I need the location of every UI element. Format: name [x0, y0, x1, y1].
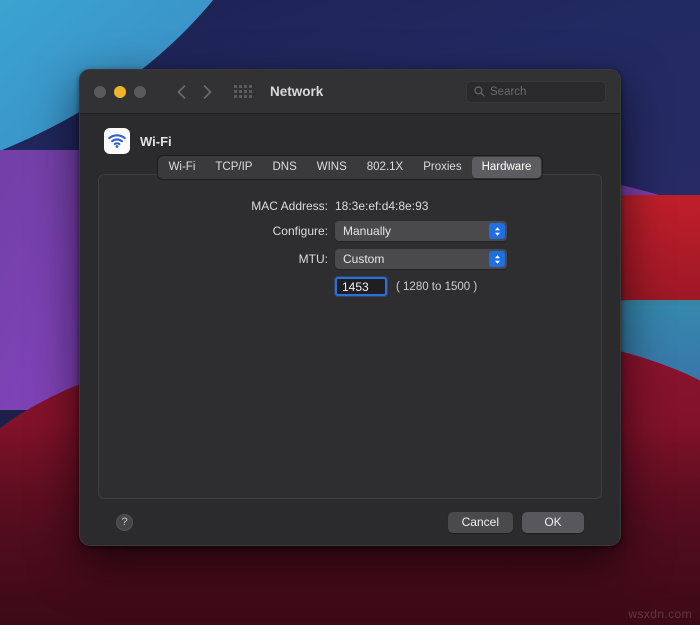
- tab-8021x[interactable]: 802.1X: [357, 157, 413, 178]
- configure-selected-value: Manually: [343, 224, 392, 238]
- back-arrow-icon[interactable]: [170, 81, 192, 103]
- tab-bar: Wi-Fi TCP/IP DNS WINS 802.1X Proxies Har…: [157, 156, 543, 179]
- mtu-label: MTU:: [298, 252, 328, 266]
- configure-select[interactable]: Manually: [335, 221, 507, 241]
- tab-wins[interactable]: WINS: [307, 157, 357, 178]
- configure-label: Configure:: [272, 224, 328, 238]
- close-button[interactable]: [94, 85, 106, 98]
- tab-dns[interactable]: DNS: [262, 157, 306, 178]
- grid-icon[interactable]: [234, 84, 252, 100]
- mtu-select[interactable]: Custom: [335, 249, 507, 269]
- tab-hardware[interactable]: Hardware: [471, 157, 542, 178]
- search-input[interactable]: Search: [466, 80, 606, 103]
- mtu-value-input[interactable]: 1453: [335, 277, 387, 296]
- mtu-value-row: 1453 ( 1280 to 1500 ): [99, 277, 601, 296]
- page-title: Network: [270, 84, 324, 99]
- tab-tcpip[interactable]: TCP/IP: [205, 157, 262, 178]
- service-name-label: Wi-Fi: [140, 133, 172, 149]
- hardware-panel: MAC Address: 18:3e:ef:d4:8e:93 Configure…: [98, 174, 602, 499]
- search-icon: [474, 86, 485, 97]
- traffic-light-group: [94, 85, 146, 98]
- help-button[interactable]: ?: [116, 513, 133, 531]
- service-header: Wi-Fi: [98, 128, 602, 154]
- mac-address-row: MAC Address: 18:3e:ef:d4:8e:93: [99, 199, 601, 213]
- mac-address-label: MAC Address:: [251, 199, 328, 213]
- minimize-button[interactable]: [114, 85, 126, 98]
- wifi-icon: [104, 128, 130, 154]
- cancel-button[interactable]: Cancel: [447, 511, 513, 533]
- mac-address-value: 18:3e:ef:d4:8e:93: [335, 199, 429, 213]
- mtu-selected-value: Custom: [343, 252, 385, 266]
- forward-arrow-icon[interactable]: [196, 81, 218, 103]
- tab-wifi[interactable]: Wi-Fi: [159, 157, 206, 178]
- ok-button[interactable]: OK: [522, 511, 584, 533]
- hardware-form: MAC Address: 18:3e:ef:d4:8e:93 Configure…: [99, 199, 601, 296]
- site-watermark: wsxdn.com: [628, 607, 692, 621]
- navigation-arrows: [170, 81, 218, 103]
- network-preferences-window: Network Search Wi-Fi Wi-Fi TCP/IP DNS WI…: [79, 69, 621, 546]
- desktop-background: wsxdn.com Network Search Wi-Fi Wi-Fi TCP…: [0, 0, 700, 625]
- mtu-range-hint: ( 1280 to 1500 ): [396, 280, 478, 293]
- dialog-footer: ? Cancel OK: [98, 499, 602, 545]
- window-titlebar: Network Search: [80, 70, 620, 114]
- configure-row: Configure: Manually: [99, 221, 601, 241]
- search-placeholder: Search: [490, 85, 527, 98]
- zoom-button[interactable]: [134, 85, 146, 98]
- tab-proxies[interactable]: Proxies: [413, 157, 471, 178]
- chevron-updown-icon[interactable]: [489, 223, 505, 239]
- chevron-updown-icon[interactable]: [489, 251, 505, 267]
- mtu-row: MTU: Custom: [99, 249, 601, 269]
- window-body: Wi-Fi Wi-Fi TCP/IP DNS WINS 802.1X Proxi…: [80, 114, 620, 545]
